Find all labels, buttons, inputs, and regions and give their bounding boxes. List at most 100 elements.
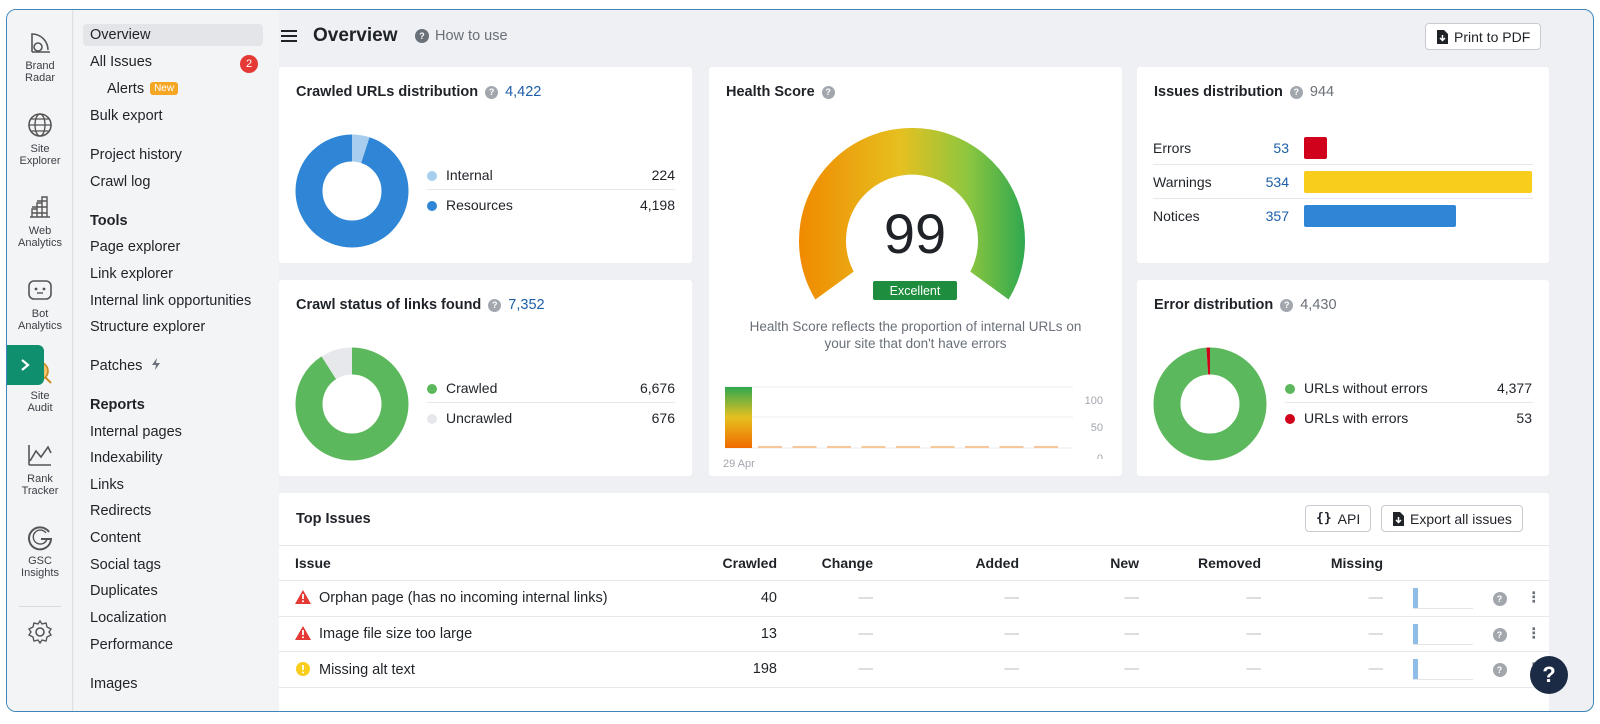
health-score-title-text: Health Score	[726, 84, 815, 100]
crawled-urls-donut[interactable]	[294, 133, 410, 249]
nav-page-explorer[interactable]: Page explorer	[90, 239, 180, 255]
rail-rank-tracker[interactable]: Rank Tracker	[7, 441, 73, 497]
rail-label: Rank	[27, 473, 53, 485]
rail-gsc-insights[interactable]: GSC Insights	[7, 523, 73, 579]
new-value: —	[1035, 580, 1155, 617]
nav-indexability[interactable]: Indexability	[90, 450, 163, 466]
col-removed[interactable]: Removed	[1155, 545, 1277, 581]
dist-bar-notices[interactable]	[1304, 205, 1457, 227]
nav-localization[interactable]: Localization	[90, 610, 167, 626]
crawled-value[interactable]: 40	[699, 580, 793, 617]
help-icon[interactable]: ?	[1280, 298, 1294, 312]
added-value: —	[889, 580, 1035, 617]
more-vertical-icon[interactable]: ⋮	[1527, 590, 1542, 606]
dist-bar-errors[interactable]	[1304, 137, 1327, 159]
nav-overview[interactable]: Overview	[83, 24, 263, 46]
legend-value: 4,377	[1496, 380, 1532, 396]
rail-site-explorer[interactable]: Site Explorer	[7, 111, 73, 167]
legend-resources[interactable]: Resources	[427, 197, 513, 213]
nav-internal-pages[interactable]: Internal pages	[90, 424, 182, 440]
help-icon[interactable]: ?	[485, 85, 499, 99]
rail-label: Site	[30, 143, 50, 155]
donut-slice-urls-without-errors[interactable]	[1153, 347, 1267, 461]
col-added[interactable]: Added	[889, 545, 1035, 581]
table-row[interactable]: Image file size too large 13 — — — — — ?…	[279, 616, 1549, 652]
dist-value[interactable]: 53	[1249, 140, 1289, 156]
help-icon[interactable]: ?	[1492, 592, 1507, 607]
rail-bot-analytics[interactable]: Bot Analytics	[7, 276, 73, 332]
missing-value: —	[1277, 616, 1399, 652]
col-issue[interactable]: Issue	[279, 545, 699, 581]
help-icon[interactable]: ?	[1492, 663, 1507, 678]
legend-uncrawled[interactable]: Uncrawled	[427, 410, 512, 426]
table-row[interactable]: Orphan page (has no incoming internal li…	[279, 580, 1549, 617]
menu-icon[interactable]	[281, 29, 297, 43]
legend-value: 676	[651, 410, 675, 426]
more-vertical-icon[interactable]: ⋮	[1527, 626, 1542, 642]
col-change[interactable]: Change	[793, 545, 889, 581]
table-header-row: Issue Crawled Change Added New Removed M…	[279, 545, 1549, 581]
nav-all-issues[interactable]: All Issues	[90, 54, 152, 70]
download-file-icon	[1393, 511, 1404, 526]
col-crawled[interactable]: Crawled	[699, 545, 793, 581]
legend-internal[interactable]: Internal	[427, 167, 493, 183]
rail-settings[interactable]	[7, 618, 73, 650]
api-label: API	[1337, 510, 1361, 527]
empty-dash: —	[1246, 590, 1262, 607]
nav-performance[interactable]: Performance	[90, 637, 173, 653]
help-icon[interactable]: ?	[821, 85, 835, 99]
help-icon[interactable]: ?	[488, 298, 502, 312]
nav-alerts[interactable]: Alerts New	[107, 81, 179, 97]
legend-dot	[1285, 384, 1295, 394]
dist-value[interactable]: 357	[1249, 208, 1289, 224]
issue-cell[interactable]: Orphan page (has no incoming internal li…	[279, 580, 699, 617]
help-icon[interactable]: ?	[1492, 627, 1507, 642]
col-missing[interactable]: Missing	[1277, 545, 1399, 581]
legend-urls-with-errors[interactable]: URLs with errors	[1285, 410, 1408, 426]
issue-cell[interactable]: Missing alt text	[279, 651, 699, 688]
help-chat-button[interactable]: ?	[1530, 656, 1568, 694]
nav-content[interactable]: Content	[90, 530, 141, 546]
crawled-value[interactable]: 13	[699, 616, 793, 652]
col-new[interactable]: New	[1035, 545, 1155, 581]
nav-crawl-log[interactable]: Crawl log	[90, 174, 150, 190]
health-history-chart[interactable]: 100 50 0	[721, 379, 1116, 459]
legend-crawled[interactable]: Crawled	[427, 380, 497, 396]
nav-internal-link-opportunities[interactable]: Internal link opportunities	[90, 293, 251, 309]
table-row[interactable]: Missing alt text 198 — — — — — ?⋮	[279, 651, 1549, 688]
rail-web-analytics[interactable]: Web Analytics	[7, 193, 73, 249]
nav-social-tags[interactable]: Social tags	[90, 557, 161, 573]
nav-patches[interactable]: Patches	[90, 358, 161, 374]
error-distribution-donut[interactable]	[1152, 346, 1268, 462]
how-to-use-link[interactable]: ? How to use	[415, 28, 508, 44]
nav-project-history[interactable]: Project history	[90, 147, 182, 163]
sidebar-toggle-button[interactable]	[7, 345, 44, 385]
legend-label: Resources	[446, 197, 513, 213]
crawled-urls-total[interactable]: 4,422	[505, 84, 541, 100]
legend-value: 4,198	[639, 197, 675, 213]
nav-duplicates[interactable]: Duplicates	[90, 583, 158, 599]
print-pdf-button[interactable]: Print to PDF	[1425, 23, 1542, 50]
nav-links[interactable]: Links	[90, 477, 124, 493]
nav-link-explorer[interactable]: Link explorer	[90, 266, 173, 282]
crawled-value[interactable]: 198	[699, 651, 793, 688]
issue-label: Orphan page (has no incoming internal li…	[319, 590, 608, 607]
dist-value[interactable]: 534	[1249, 174, 1289, 190]
help-icon[interactable]: ?	[1289, 85, 1303, 99]
issue-cell[interactable]: Image file size too large	[279, 616, 699, 652]
export-all-issues-button[interactable]: Export all issues	[1381, 505, 1523, 532]
api-button[interactable]: {} API	[1305, 505, 1372, 532]
empty-dash: —	[858, 590, 874, 607]
nav-redirects[interactable]: Redirects	[90, 503, 151, 519]
nav-bulk-export[interactable]: Bulk export	[90, 108, 163, 124]
crawl-status-donut[interactable]	[294, 346, 410, 462]
nav-images[interactable]: Images	[90, 676, 138, 692]
print-pdf-label: Print to PDF	[1454, 28, 1531, 45]
page-title: Overview	[313, 25, 398, 46]
nav-structure-explorer[interactable]: Structure explorer	[90, 319, 205, 335]
dist-bar-warnings[interactable]	[1304, 171, 1532, 193]
legend-urls-without-errors[interactable]: URLs without errors	[1285, 380, 1428, 396]
rail-brand-radar[interactable]: Brand Radar	[7, 28, 73, 84]
health-history-bar[interactable]	[725, 387, 752, 448]
crawl-status-total[interactable]: 7,352	[508, 297, 544, 313]
